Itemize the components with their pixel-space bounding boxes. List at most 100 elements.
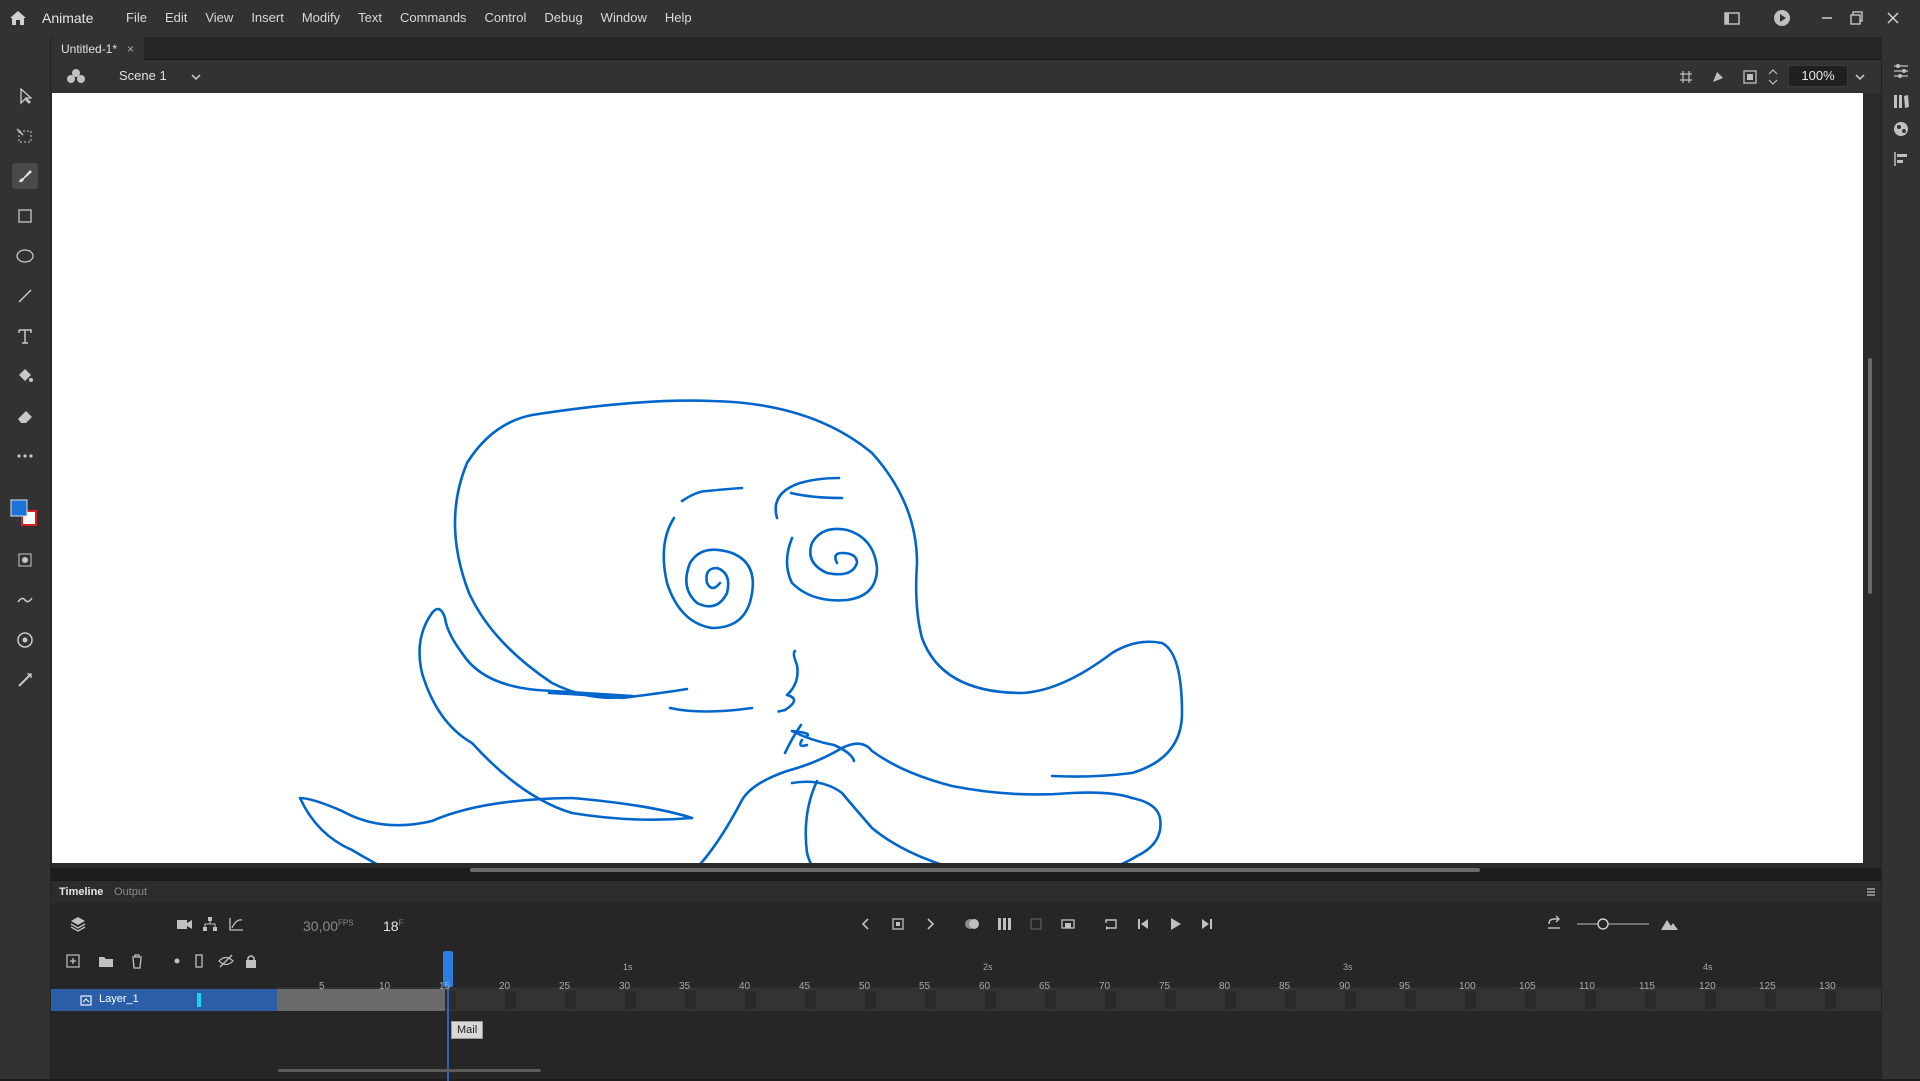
menu-insert[interactable]: Insert bbox=[251, 10, 284, 25]
smoothing-icon[interactable] bbox=[12, 587, 38, 613]
frame-tick-label: 65 bbox=[1039, 981, 1051, 992]
symbol-icon[interactable] bbox=[65, 66, 87, 88]
stage-vertical-scrollbar[interactable] bbox=[1868, 358, 1872, 594]
fps-display[interactable]: 30,00FPS bbox=[303, 918, 354, 934]
frame-tick-label: 75 bbox=[1159, 981, 1171, 992]
stage-canvas[interactable] bbox=[52, 93, 1863, 863]
frame-display[interactable]: 18F bbox=[383, 918, 403, 934]
frame-tick-label: 10 bbox=[379, 981, 391, 992]
layer-header bbox=[51, 945, 277, 977]
clip-content-icon[interactable] bbox=[1741, 68, 1759, 86]
frame-tick-label: 105 bbox=[1519, 981, 1536, 992]
document-tab[interactable]: Untitled-1* × bbox=[51, 37, 145, 60]
zoom-stepper-icon[interactable] bbox=[1767, 66, 1779, 88]
tab-timeline[interactable]: Timeline bbox=[59, 886, 103, 898]
library-icon[interactable] bbox=[1891, 91, 1911, 111]
menu-modify[interactable]: Modify bbox=[302, 10, 340, 25]
frame-width-slider[interactable] bbox=[1573, 915, 1653, 933]
menu-debug[interactable]: Debug bbox=[544, 10, 582, 25]
play-icon[interactable] bbox=[1166, 915, 1184, 933]
layer-row[interactable]: Layer_1 bbox=[51, 989, 277, 1011]
tab-output[interactable]: Output bbox=[114, 886, 147, 898]
properties-icon[interactable] bbox=[1891, 61, 1911, 81]
frame-tick-label: 20 bbox=[499, 981, 511, 992]
step-forward-icon[interactable] bbox=[1198, 915, 1216, 933]
zoom-dropdown-icon[interactable] bbox=[1853, 70, 1867, 84]
loop-range-icon[interactable] bbox=[1059, 915, 1077, 933]
layers-icon[interactable] bbox=[69, 915, 87, 933]
insert-keyframe-icon[interactable] bbox=[889, 915, 907, 933]
paint-bucket-icon[interactable] bbox=[12, 363, 38, 389]
panel-menu-icon[interactable] bbox=[1865, 886, 1877, 898]
rectangle-icon[interactable] bbox=[12, 203, 38, 229]
scene-name[interactable]: Scene 1 bbox=[119, 68, 167, 83]
snap-to-grid-icon[interactable] bbox=[1677, 68, 1695, 86]
object-drawing-icon[interactable] bbox=[12, 547, 38, 573]
timeline-scrollbar[interactable] bbox=[278, 1069, 541, 1072]
minimize-icon[interactable] bbox=[1815, 6, 1839, 30]
rotate-stage-icon[interactable] bbox=[1709, 68, 1727, 86]
zoom-field[interactable]: 100% bbox=[1788, 65, 1848, 87]
step-back-icon[interactable] bbox=[1134, 915, 1152, 933]
more-tools-icon[interactable] bbox=[12, 443, 38, 469]
frame-tick-label: 50 bbox=[859, 981, 871, 992]
free-transform-icon[interactable] bbox=[12, 123, 38, 149]
new-layer-icon[interactable] bbox=[65, 953, 81, 969]
text-icon[interactable] bbox=[12, 323, 38, 349]
loop-icon[interactable] bbox=[1102, 915, 1120, 933]
menu-help[interactable]: Help bbox=[665, 10, 692, 25]
chevron-down-icon[interactable] bbox=[189, 70, 203, 84]
right-panel-strip bbox=[1881, 37, 1920, 1079]
stroke-fill-swatch[interactable] bbox=[10, 499, 38, 527]
test-movie-icon[interactable] bbox=[1770, 6, 1794, 30]
new-folder-icon[interactable] bbox=[97, 953, 115, 969]
close-tab-icon[interactable]: × bbox=[127, 42, 134, 56]
playhead[interactable] bbox=[443, 951, 453, 1081]
onion-skin-icon[interactable] bbox=[963, 915, 981, 933]
stage-horizontal-scrollbar[interactable] bbox=[470, 868, 1480, 872]
layer-color-swatch[interactable] bbox=[197, 993, 201, 1007]
restore-icon[interactable] bbox=[1845, 6, 1869, 30]
oval-icon[interactable] bbox=[12, 243, 38, 269]
next-keyframe-icon[interactable] bbox=[921, 915, 939, 933]
app-name[interactable]: Animate bbox=[42, 10, 93, 26]
lock-icon[interactable] bbox=[243, 953, 259, 969]
snap-icon[interactable] bbox=[12, 627, 38, 653]
close-icon[interactable] bbox=[1881, 6, 1905, 30]
layer-name[interactable]: Layer_1 bbox=[99, 993, 139, 1005]
menu-text[interactable]: Text bbox=[358, 10, 382, 25]
menu-window[interactable]: Window bbox=[601, 10, 647, 25]
previous-keyframe-icon[interactable] bbox=[857, 915, 875, 933]
workspace-icon[interactable] bbox=[1720, 6, 1744, 30]
edit-multiple-frames-icon[interactable] bbox=[995, 915, 1013, 933]
outline-icon[interactable] bbox=[191, 953, 207, 969]
graph-icon[interactable] bbox=[227, 915, 245, 933]
menu-commands[interactable]: Commands bbox=[400, 10, 466, 25]
highlight-layer-icon[interactable] bbox=[169, 953, 185, 969]
menu-edit[interactable]: Edit bbox=[165, 10, 187, 25]
frame-tick-label: 85 bbox=[1279, 981, 1291, 992]
filled-frame-span[interactable] bbox=[277, 989, 445, 1011]
menu-file[interactable]: File bbox=[126, 10, 147, 25]
frame-tick-label: 5 bbox=[319, 981, 325, 992]
zoom-mountain-icon[interactable] bbox=[1659, 915, 1679, 933]
home-icon[interactable] bbox=[8, 8, 28, 28]
layer-parenting-icon[interactable] bbox=[201, 915, 219, 933]
pressure-icon[interactable] bbox=[12, 667, 38, 693]
frame-value: 18 bbox=[383, 918, 399, 934]
brush-icon[interactable] bbox=[12, 163, 38, 189]
assets-icon[interactable] bbox=[1891, 119, 1911, 139]
eraser-icon[interactable] bbox=[12, 403, 38, 429]
camera-icon[interactable] bbox=[175, 915, 193, 933]
menu-view[interactable]: View bbox=[205, 10, 233, 25]
timeline-tabs: Timeline Output bbox=[51, 881, 1881, 903]
center-frame-icon[interactable] bbox=[1545, 915, 1563, 933]
visibility-icon[interactable] bbox=[217, 953, 235, 969]
menu-control[interactable]: Control bbox=[484, 10, 526, 25]
align-icon[interactable] bbox=[1891, 149, 1911, 169]
delete-layer-icon[interactable] bbox=[129, 953, 145, 969]
line-icon[interactable] bbox=[12, 283, 38, 309]
selection-icon[interactable] bbox=[12, 83, 38, 109]
frame-tick-label: 70 bbox=[1099, 981, 1111, 992]
frame-track[interactable] bbox=[277, 989, 1881, 1011]
